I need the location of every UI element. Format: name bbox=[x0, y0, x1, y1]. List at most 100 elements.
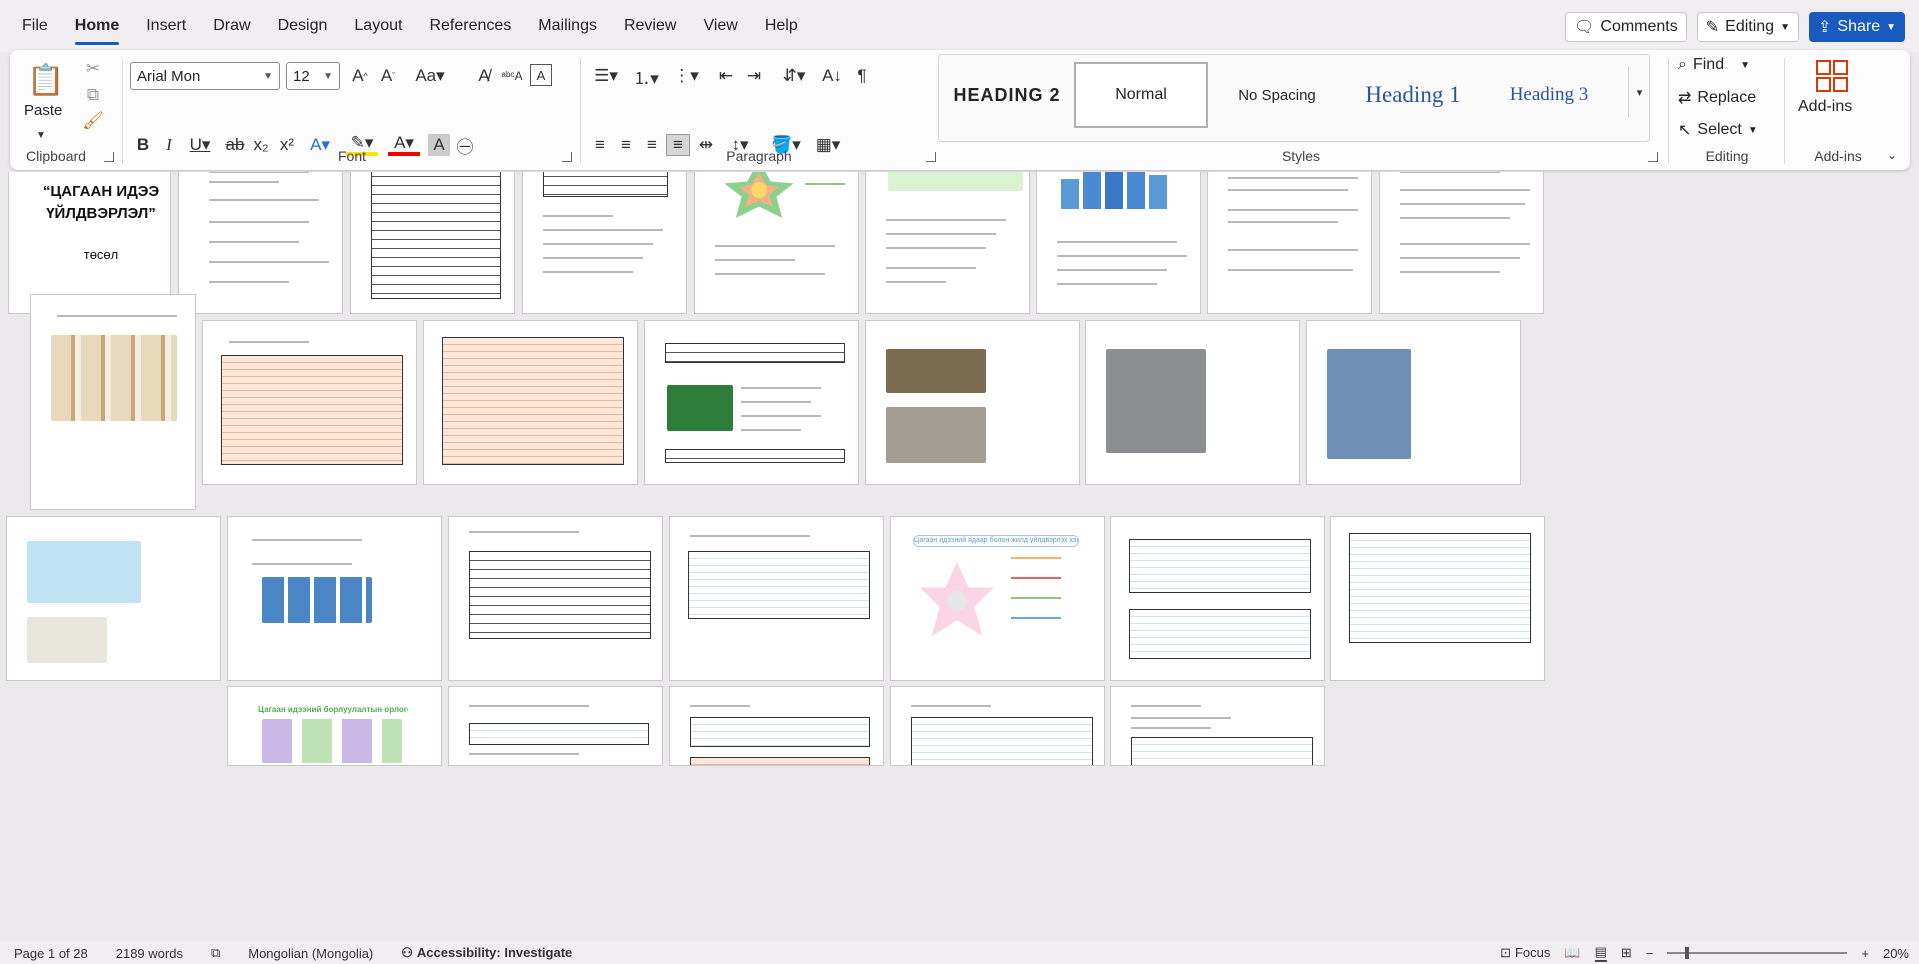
collapse-ribbon-icon[interactable]: ⌄ bbox=[1882, 146, 1902, 164]
sort-icon[interactable]: A↓ bbox=[820, 64, 844, 88]
tab-insert[interactable]: Insert bbox=[146, 13, 186, 39]
decrease-indent-icon[interactable]: ⇤ bbox=[714, 64, 738, 88]
addins-icon[interactable] bbox=[1814, 58, 1850, 94]
tab-mailings[interactable]: Mailings bbox=[538, 13, 597, 39]
page-thumbnail[interactable] bbox=[227, 516, 442, 681]
cover-subtitle: төсөл bbox=[83, 247, 119, 262]
page-thumbnail[interactable] bbox=[448, 686, 663, 766]
styles-launcher-icon[interactable] bbox=[1648, 152, 1658, 162]
zoom-slider-thumb[interactable] bbox=[1685, 947, 1690, 959]
page-thumbnail[interactable]: “ЦАГААН ИДЭЭ ҮЙЛДВЭРЛЭЛ” төсөл bbox=[8, 172, 171, 314]
zoom-slider[interactable] bbox=[1667, 947, 1848, 959]
accessibility-status[interactable]: ⚇ Accessibility: Investigate bbox=[401, 945, 572, 961]
zoom-in-icon[interactable]: + bbox=[1861, 946, 1869, 961]
zoom-out-icon[interactable]: − bbox=[1646, 946, 1654, 961]
document-multipage-view[interactable]: “ЦАГААН ИДЭЭ ҮЙЛДВЭРЛЭЛ” төсөл Цагаан ид… bbox=[0, 172, 1919, 942]
style-heading-3[interactable]: Heading 3 bbox=[1482, 62, 1616, 128]
page-thumbnail[interactable] bbox=[1036, 172, 1201, 314]
proofing-icon[interactable]: ⧉ bbox=[211, 945, 220, 961]
tab-home[interactable]: Home bbox=[74, 13, 120, 45]
cut-icon[interactable]: ✂ bbox=[82, 58, 104, 80]
style-no-spacing[interactable]: No Spacing bbox=[1210, 62, 1344, 128]
share-button[interactable]: ⇪ Share ▼ bbox=[1808, 12, 1905, 42]
menu-right: 🗨 Comments ✎ Editing ▼ ⇪ Share ▼ bbox=[1565, 12, 1905, 42]
page-thumbnail[interactable] bbox=[1330, 516, 1545, 681]
change-case-icon[interactable]: Aa▾ bbox=[412, 64, 448, 88]
page-thumbnail[interactable] bbox=[890, 686, 1105, 766]
page-thumbnail[interactable] bbox=[1379, 172, 1544, 314]
style-normal[interactable]: Normal bbox=[1074, 62, 1208, 128]
shrink-font-icon[interactable]: Aˇ bbox=[376, 64, 400, 88]
page-thumbnail[interactable] bbox=[30, 294, 196, 510]
style-heading-2-uppercase[interactable]: HEADING 2 bbox=[940, 62, 1074, 128]
language-status[interactable]: Mongolian (Mongolia) bbox=[248, 946, 373, 961]
page-thumbnail[interactable] bbox=[1110, 686, 1325, 766]
clear-formatting-icon[interactable]: A̸ bbox=[472, 64, 496, 88]
replace-button[interactable]: ⇄ Replace bbox=[1678, 88, 1756, 108]
paste-icon[interactable]: 📋 bbox=[27, 58, 64, 102]
page-thumbnail[interactable] bbox=[1207, 172, 1372, 314]
page-thumbnail[interactable] bbox=[202, 320, 417, 485]
page-thumbnail[interactable] bbox=[178, 172, 343, 314]
paragraph-launcher-icon[interactable] bbox=[926, 152, 936, 162]
character-border-icon[interactable]: A bbox=[530, 64, 552, 86]
tab-design[interactable]: Design bbox=[278, 13, 328, 39]
copy-icon[interactable]: ⧉ bbox=[82, 84, 104, 106]
page-thumbnail[interactable] bbox=[448, 516, 663, 681]
page-thumbnail[interactable] bbox=[1306, 320, 1521, 485]
tab-layout[interactable]: Layout bbox=[354, 13, 402, 39]
multilevel-list-icon[interactable]: ⋮▾ bbox=[668, 64, 704, 88]
page-count[interactable]: Page 1 of 28 bbox=[14, 946, 88, 961]
select-label: Select bbox=[1697, 121, 1742, 138]
styles-expand-icon[interactable]: ▾ bbox=[1628, 66, 1650, 118]
select-button[interactable]: ↖ Select ▼ bbox=[1678, 120, 1758, 140]
tab-references[interactable]: References bbox=[429, 13, 511, 39]
tab-help[interactable]: Help bbox=[765, 13, 798, 39]
show-formatting-icon[interactable]: ¶ bbox=[850, 64, 874, 88]
page-thumbnail[interactable] bbox=[669, 516, 884, 681]
font-name-combo[interactable]: Arial Mon ▼ bbox=[130, 62, 280, 90]
bullets-icon[interactable]: ☰▾ bbox=[588, 64, 624, 88]
page-thumbnail[interactable] bbox=[694, 172, 859, 314]
page-thumbnail[interactable] bbox=[1110, 516, 1325, 681]
find-button[interactable]: ⌕ Find ▼ bbox=[1678, 56, 1750, 74]
font-launcher-icon[interactable] bbox=[562, 152, 572, 162]
replace-icon: ⇄ bbox=[1678, 90, 1692, 107]
page-thumbnail[interactable] bbox=[423, 320, 638, 485]
org-chart-diagram bbox=[262, 577, 372, 623]
increase-indent-icon[interactable]: ⇥ bbox=[742, 64, 766, 88]
comments-button[interactable]: 🗨 Comments bbox=[1565, 12, 1687, 42]
web-layout-icon[interactable]: ⊞ bbox=[1621, 945, 1632, 961]
text-direction-icon[interactable]: ⇵▾ bbox=[776, 64, 812, 88]
tab-draw[interactable]: Draw bbox=[213, 13, 250, 39]
addins-button-label[interactable]: Add-ins bbox=[1798, 98, 1852, 116]
zoom-level[interactable]: 20% bbox=[1883, 946, 1909, 961]
focus-button[interactable]: ⊡ Focus bbox=[1500, 945, 1550, 961]
page-thumbnail[interactable] bbox=[6, 516, 221, 681]
print-layout-icon[interactable]: ▤ bbox=[1594, 944, 1607, 962]
page-thumbnail[interactable] bbox=[522, 172, 687, 314]
page-thumbnail[interactable] bbox=[865, 172, 1030, 314]
editing-mode-button[interactable]: ✎ Editing ▼ bbox=[1696, 12, 1799, 42]
tab-file[interactable]: File bbox=[22, 13, 48, 39]
tab-view[interactable]: View bbox=[703, 13, 737, 39]
tab-review[interactable]: Review bbox=[624, 13, 676, 39]
page-thumbnail[interactable] bbox=[350, 172, 515, 314]
numbering-icon[interactable]: ⒈▾ bbox=[628, 64, 664, 88]
word-count[interactable]: 2189 words bbox=[116, 946, 183, 961]
page-thumbnail[interactable] bbox=[669, 686, 884, 766]
read-mode-icon[interactable]: 📖 bbox=[1564, 945, 1580, 961]
chevron-down-icon[interactable]: ▼ bbox=[36, 130, 46, 141]
style-heading-1[interactable]: Heading 1 bbox=[1346, 62, 1480, 128]
page-thumbnail[interactable] bbox=[1085, 320, 1300, 485]
clipboard-launcher-icon[interactable] bbox=[104, 152, 114, 162]
phonetic-guide-icon[interactable]: ᵃᵇᶜA bbox=[500, 64, 524, 88]
page-thumbnail[interactable]: Цагаан идээний ядаар болон жилд үйлдвэрл… bbox=[890, 516, 1105, 681]
page-thumbnail[interactable]: Цагаан идээний борлуулалтын орлого bbox=[227, 686, 442, 766]
grow-font-icon[interactable]: A ^ bbox=[348, 64, 372, 88]
page-thumbnail[interactable] bbox=[865, 320, 1080, 485]
paste-label[interactable]: Paste bbox=[24, 102, 62, 119]
format-painter-icon[interactable]: 🖌 bbox=[82, 110, 104, 132]
font-size-combo[interactable]: 12 ▼ bbox=[286, 62, 340, 90]
page-thumbnail[interactable] bbox=[644, 320, 859, 485]
